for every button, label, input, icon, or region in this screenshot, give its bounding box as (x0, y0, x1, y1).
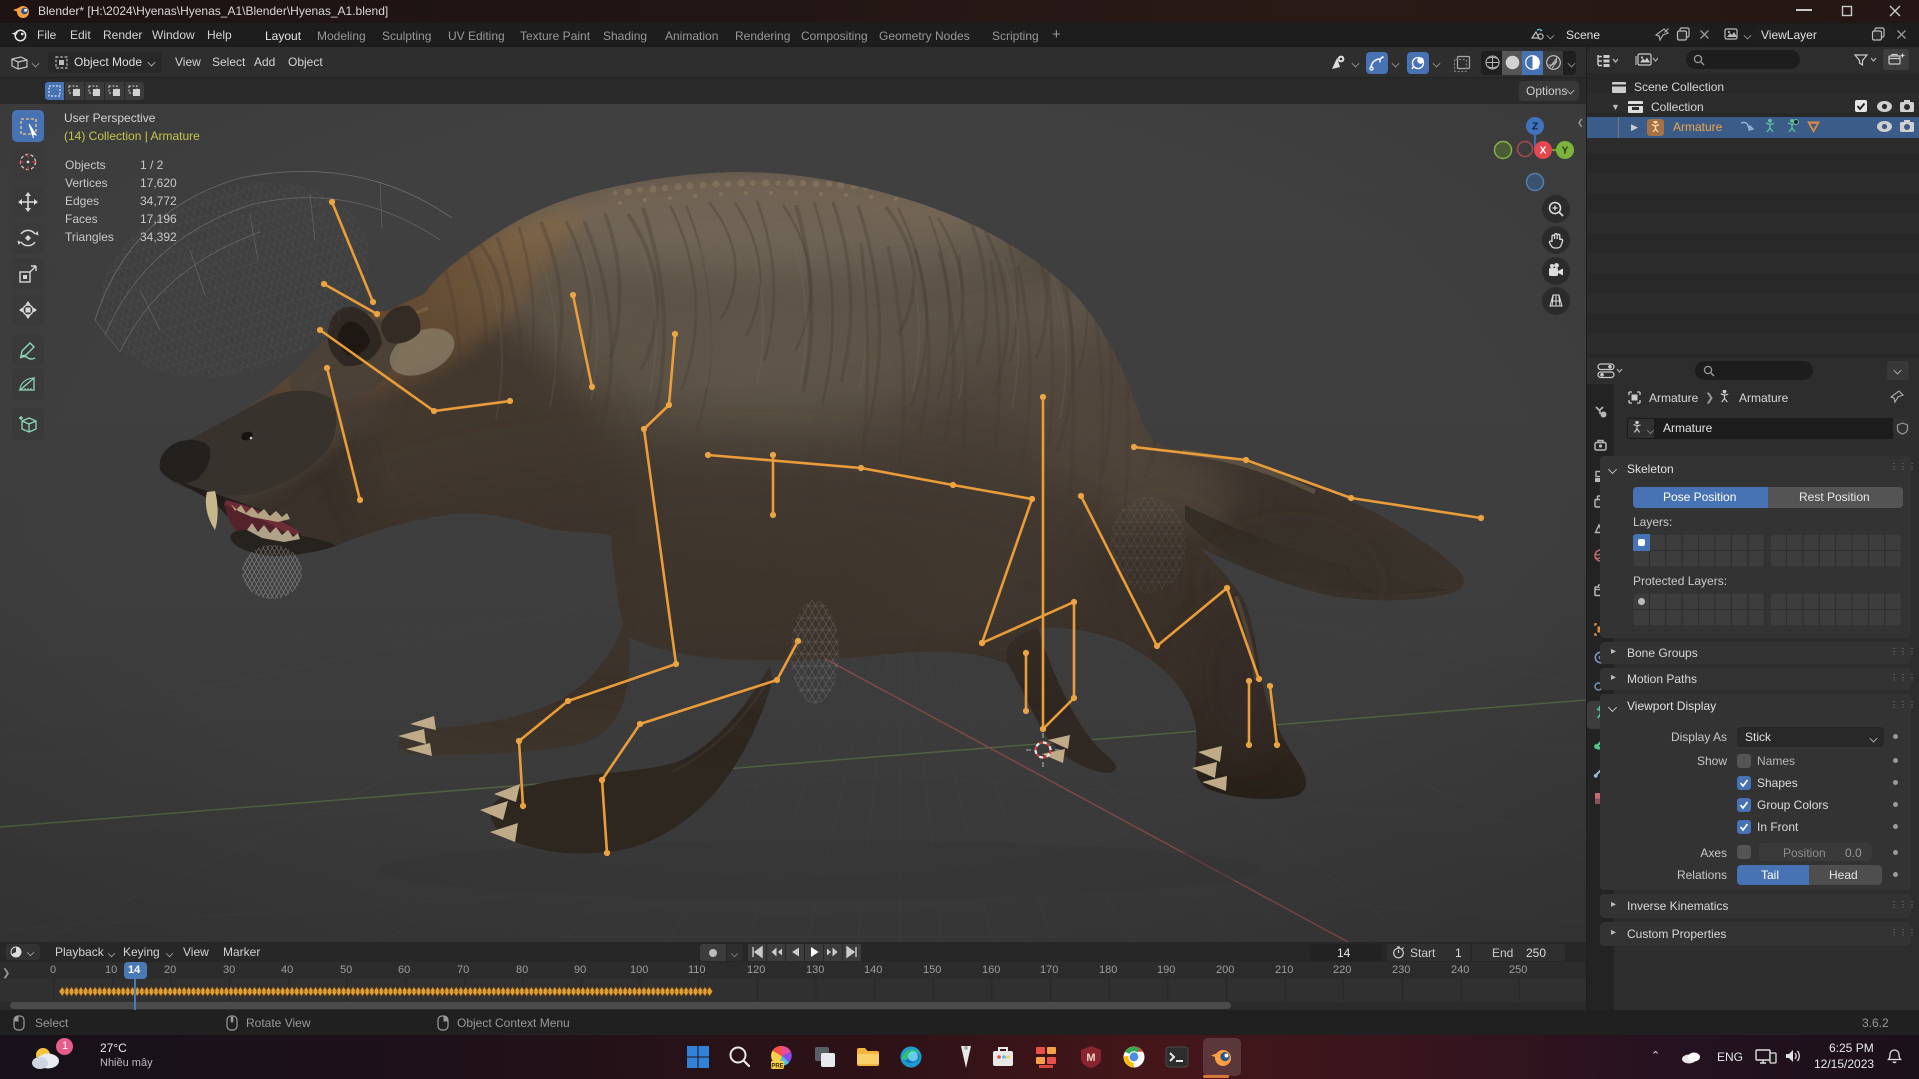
svg-text:Y: Y (1562, 146, 1569, 157)
svg-text:M: M (1086, 1052, 1095, 1064)
svg-text:X: X (1540, 146, 1547, 157)
svg-text:PRE: PRE (771, 1063, 783, 1069)
svg-text:Z: Z (1532, 122, 1538, 133)
